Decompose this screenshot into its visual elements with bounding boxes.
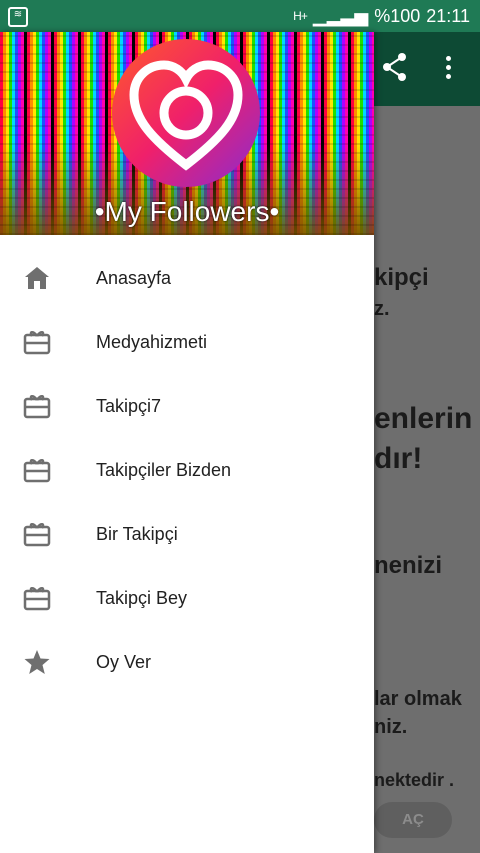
more-options-icon[interactable] (444, 56, 452, 82)
status-bar: ≋ H+ ▁▂▃▅ %100 21:11 (0, 0, 480, 32)
menu-item-takipci-bey[interactable]: Takipçi Bey (0, 566, 374, 630)
menu-item-takipci7[interactable]: Takipçi7 (0, 374, 374, 438)
open-button[interactable]: AÇ (374, 802, 452, 838)
menu-item-takipciler-bizden[interactable]: Takipçiler Bizden (0, 438, 374, 502)
menu-item-label: Oy Ver (96, 652, 152, 672)
gift-card-icon (23, 523, 51, 547)
signal-icon: ▁▂▃▅ (312, 6, 369, 26)
menu-item-label: Takipçiler Bizden (96, 460, 232, 480)
wifi-icon: ≋ (8, 7, 28, 27)
navigation-drawer: •My Followers• Anasayfa Medyahizmeti Tak… (0, 32, 374, 853)
menu-item-label: Bir Takipçi (96, 524, 178, 544)
content-text: z. (374, 298, 390, 320)
menu-item-medyahizmeti[interactable]: Medyahizmeti (0, 310, 374, 374)
share-icon[interactable] (382, 52, 408, 82)
star-icon (24, 650, 50, 674)
content-text: nenizi (374, 552, 443, 579)
status-right: H+ ▁▂▃▅ %100 21:11 (293, 6, 470, 26)
menu-item-label: Takipçi7 (96, 396, 162, 416)
gift-card-icon (23, 587, 51, 611)
content-text: dır! (374, 442, 423, 475)
content-text: nektedir . (374, 770, 455, 790)
menu-item-label: Takipçi Bey (96, 588, 188, 608)
drawer-header: •My Followers• (0, 32, 374, 235)
gift-card-icon (23, 395, 51, 419)
gift-card-icon (23, 459, 51, 483)
content-text: kipçi (374, 264, 429, 291)
page-content: kipçi z. enlerin dır! nenizi lar olmak n… (374, 106, 480, 853)
menu-item-anasayfa[interactable]: Anasayfa (0, 246, 374, 310)
menu-item-label: Medyahizmeti (96, 332, 208, 352)
drawer-menu: Anasayfa Medyahizmeti Takipçi7 Takipçile… (0, 246, 374, 694)
menu-item-bir-takipci[interactable]: Bir Takipçi (0, 502, 374, 566)
clock: 21:11 (426, 6, 470, 26)
gift-card-icon (23, 331, 51, 355)
app-logo (112, 39, 260, 187)
network-type: H+ (293, 9, 308, 23)
content-text: enlerin (374, 402, 473, 435)
battery-level: %100 (374, 6, 421, 26)
home-icon (25, 267, 49, 289)
menu-item-label: Anasayfa (96, 268, 172, 288)
content-text: niz. (374, 716, 408, 738)
content-text: lar olmak (374, 688, 462, 710)
menu-item-oy-ver[interactable]: Oy Ver (0, 630, 374, 694)
drawer-title: •My Followers• (94, 196, 280, 227)
heart-icon (129, 60, 243, 171)
app-toolbar (374, 32, 480, 106)
